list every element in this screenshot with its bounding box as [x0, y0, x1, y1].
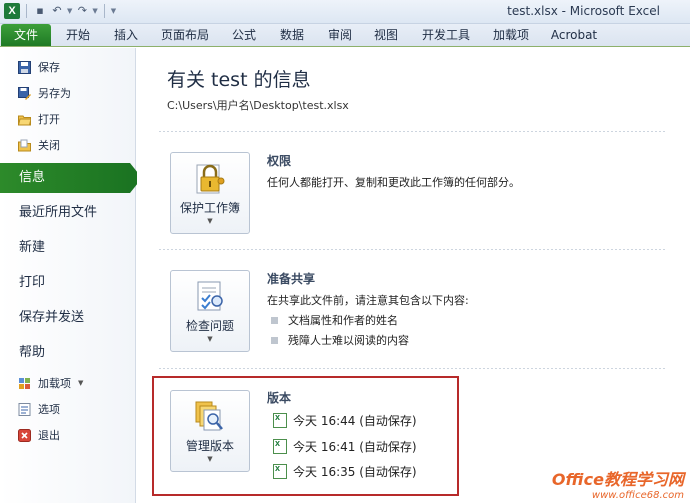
- list-item: 残障人士难以阅读的内容: [271, 332, 409, 348]
- nav-save-as[interactable]: 另存为: [18, 82, 71, 104]
- tab-file[interactable]: 文件: [1, 24, 51, 46]
- watermark: Office教程学习网 www.office68.com: [552, 466, 684, 501]
- backstage-nav: 保存 另存为 打开 关闭 信息 最近所用文件 新建 打印 保存并发送 帮助 加载…: [0, 48, 142, 503]
- page-title: 有关 test 的信息: [167, 69, 311, 91]
- lock-icon: [196, 164, 225, 194]
- nav-save-label: 保存: [38, 61, 60, 74]
- nav-recent[interactable]: 最近所用文件: [0, 198, 136, 228]
- permissions-desc: 任何人都能打开、复制和更改此工作簿的任何部分。: [267, 176, 520, 189]
- check-for-issues-button[interactable]: 检查问题 ▼: [170, 270, 250, 352]
- inspect-document-icon: [197, 281, 223, 311]
- nav-info[interactable]: 信息: [0, 163, 142, 193]
- addins-dropdown-icon: ▼: [78, 379, 84, 387]
- nav-save[interactable]: 保存: [18, 56, 60, 78]
- nav-exit-label: 退出: [38, 429, 60, 442]
- tab-home[interactable]: 开始: [56, 24, 100, 46]
- highlight-box: [152, 376, 459, 496]
- prepare-desc: 在共享此文件前，请注意其包含以下内容:: [267, 294, 469, 307]
- exit-icon: [18, 428, 31, 442]
- tab-review[interactable]: 审阅: [318, 24, 362, 46]
- check-for-issues-label: 检查问题: [185, 319, 234, 333]
- protect-workbook-label: 保护工作簿: [179, 201, 240, 215]
- tab-insert[interactable]: 插入: [104, 24, 148, 46]
- save-icon: [18, 60, 31, 74]
- nav-print[interactable]: 打印: [0, 268, 136, 298]
- close-folder-icon: [18, 139, 31, 151]
- tab-acrobat[interactable]: Acrobat: [544, 24, 604, 46]
- window-title: test.xlsx - Microsoft Excel: [507, 4, 660, 18]
- nav-options-label: 选项: [38, 403, 60, 416]
- protect-workbook-button[interactable]: 保护工作簿 ▼: [170, 152, 250, 234]
- check-dropdown-icon: ▼: [207, 335, 213, 343]
- nav-addins-label: 加载项: [38, 377, 71, 390]
- tab-page-layout[interactable]: 页面布局: [152, 24, 218, 46]
- open-folder-icon: [18, 115, 31, 125]
- nav-close-label: 关闭: [38, 139, 60, 152]
- ribbon-tab-bar: 文件 开始 插入 页面布局 公式 数据 审阅 视图 开发工具 加载项 Acrob…: [0, 24, 690, 47]
- tab-data[interactable]: 数据: [270, 24, 314, 46]
- watermark-url: www.office68.com: [591, 490, 684, 501]
- title-bar: X ▪ ↶ ▼ ↷ ▼ ▼ test.xlsx - Microsoft Excel: [0, 0, 690, 24]
- nav-close[interactable]: 关闭: [18, 134, 60, 156]
- tab-developer[interactable]: 开发工具: [414, 24, 478, 46]
- nav-exit[interactable]: 退出: [18, 424, 60, 446]
- tab-addins[interactable]: 加载项: [484, 24, 538, 46]
- prepare-title: 准备共享: [267, 272, 316, 286]
- permissions-title: 权限: [267, 154, 292, 168]
- list-item: 文档属性和作者的姓名: [271, 312, 398, 328]
- nav-help[interactable]: 帮助: [0, 338, 136, 368]
- section-divider: [159, 249, 667, 250]
- file-path: C:\Users\用户名\Desktop\test.xlsx: [167, 99, 349, 112]
- nav-open-label: 打开: [38, 113, 60, 126]
- nav-options[interactable]: 选项: [18, 398, 60, 420]
- tab-formulas[interactable]: 公式: [222, 24, 266, 46]
- nav-open[interactable]: 打开: [18, 108, 60, 130]
- bullet-text: 文档属性和作者的姓名: [288, 314, 398, 327]
- nav-save-send[interactable]: 保存并发送: [0, 303, 136, 333]
- addins-icon: [19, 377, 30, 389]
- bullet-text: 残障人士难以阅读的内容: [288, 334, 409, 347]
- section-divider: [159, 368, 667, 369]
- nav-addins[interactable]: 加载项 ▼: [18, 372, 83, 394]
- bullet-icon: [271, 336, 278, 344]
- protect-dropdown-icon: ▼: [207, 217, 213, 225]
- save-as-icon: [18, 86, 31, 100]
- tab-view[interactable]: 视图: [364, 24, 408, 46]
- watermark-title: Office教程学习网: [551, 470, 684, 489]
- nav-new[interactable]: 新建: [0, 233, 136, 263]
- bullet-icon: [271, 316, 278, 324]
- options-icon: [18, 402, 31, 416]
- section-divider: [159, 131, 667, 132]
- nav-save-as-label: 另存为: [38, 87, 71, 100]
- nav-info-label: 信息: [19, 170, 46, 185]
